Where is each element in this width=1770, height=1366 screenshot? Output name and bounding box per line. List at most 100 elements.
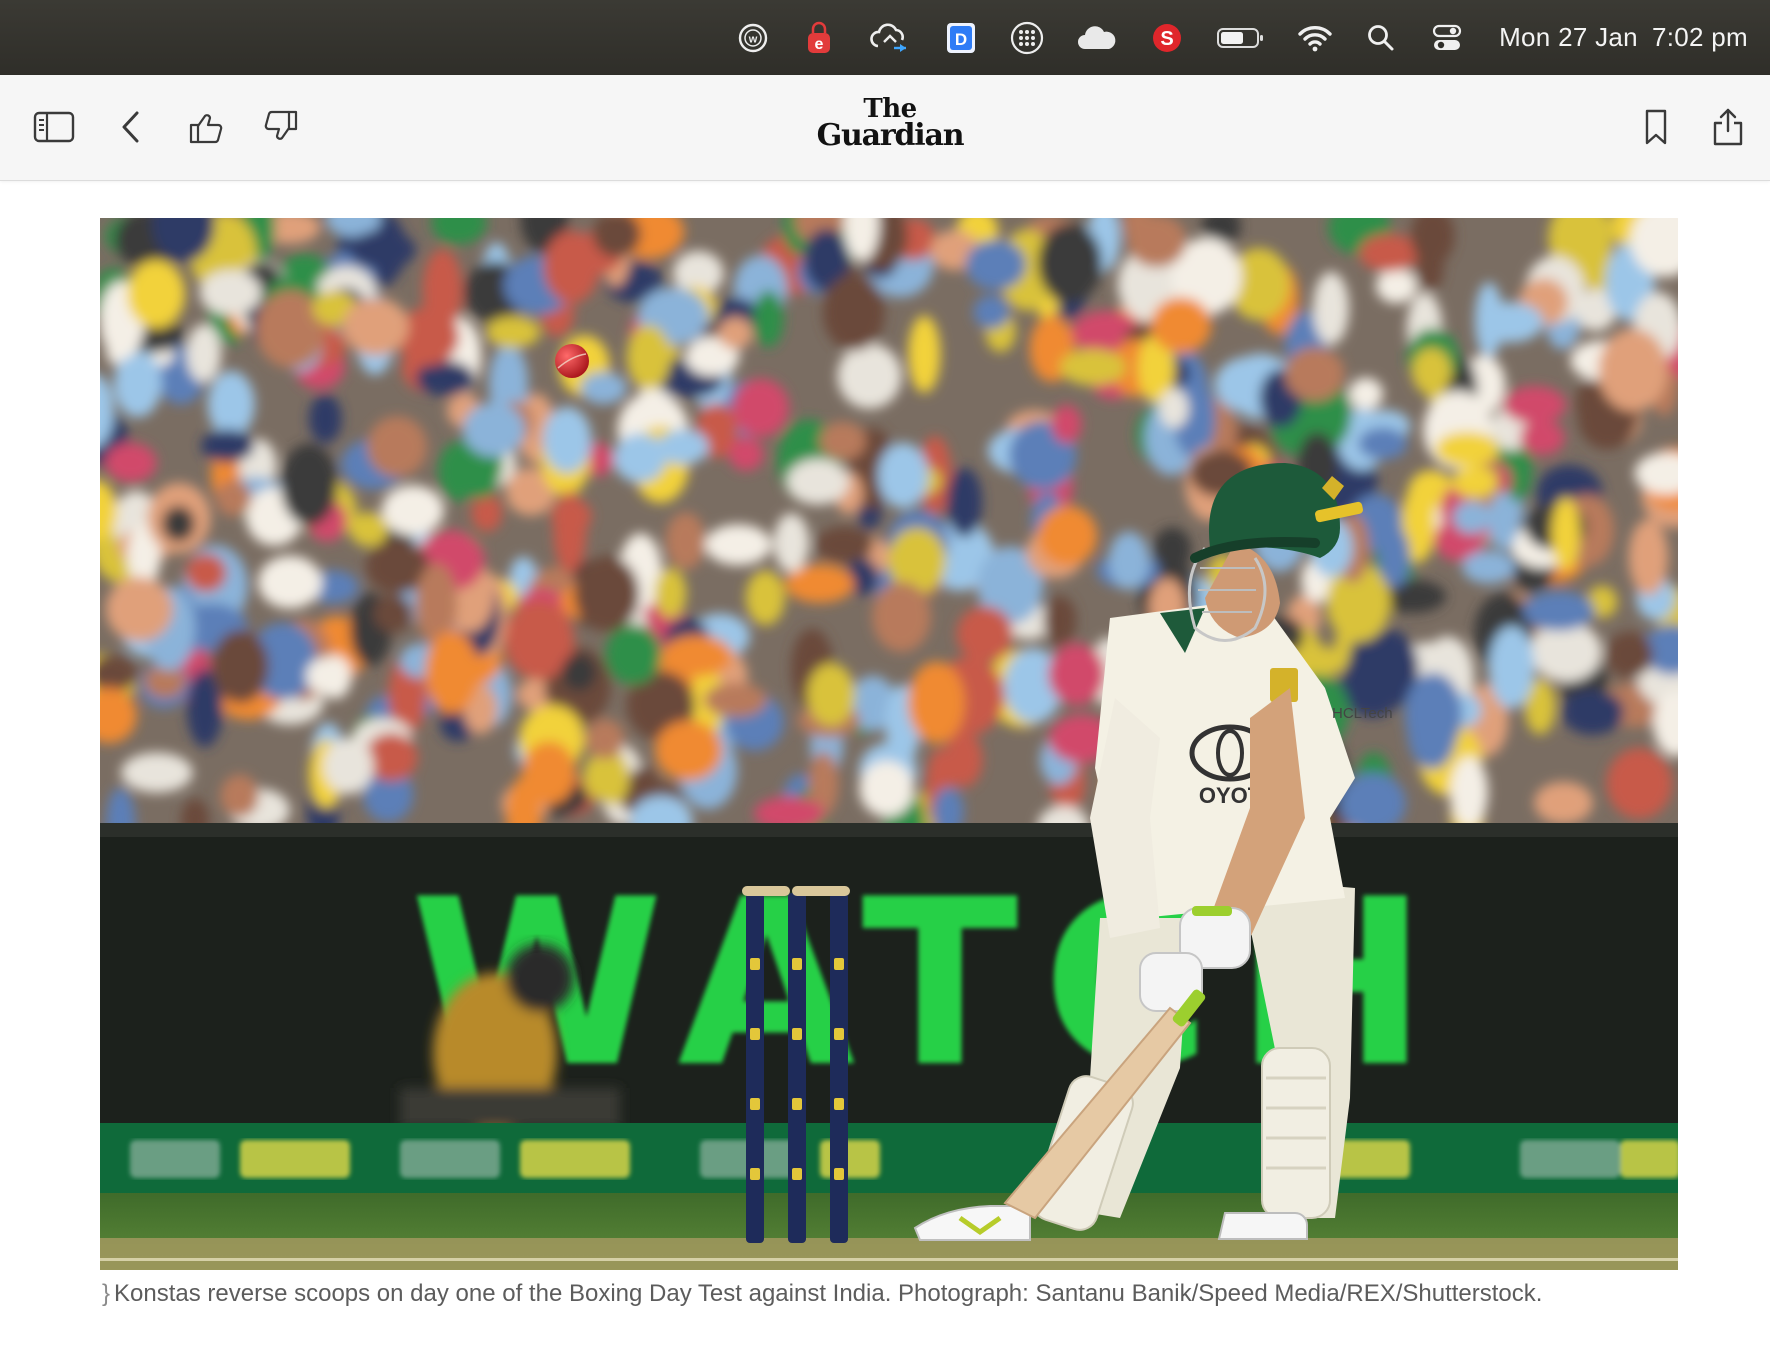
crowd-blob [745,570,786,626]
browser-toolbar: The Guardian [0,75,1770,181]
photo-caption: ⁠} Konstas reverse scoops on day one of t… [102,1280,1682,1308]
crowd-blob [1048,643,1106,706]
crowd-blob [207,370,255,438]
crowd-blob [753,290,784,348]
crowd-blob [705,524,772,566]
crowd-blob [1628,519,1669,596]
crowd-blob [425,630,479,714]
crowd-blob [215,480,252,517]
bookmark-button[interactable] [1632,103,1680,151]
crowd-blob [1348,634,1379,700]
crowd-blob [1488,626,1535,709]
crowd-blob [220,774,259,818]
crowd-blob [1551,497,1580,571]
share-button[interactable] [1704,103,1752,151]
crowd-blob [655,720,723,781]
share-icon [1713,108,1743,146]
battery-icon[interactable] [1215,20,1267,56]
crowd-blob [654,568,687,618]
crowd-blob [561,653,597,691]
crowd-blob [485,316,541,349]
crowd-blob [1375,268,1418,304]
crowd-blob [1059,348,1126,386]
crowd-blob [1435,431,1499,467]
crowd-blob [199,270,262,315]
icloud-icon[interactable] [1075,20,1119,56]
guardian-logo[interactable]: The Guardian [800,96,980,153]
crowd-blob [728,437,764,471]
crowd-blob [946,467,983,538]
crowd-blob [1488,492,1519,550]
crowd-blob [657,429,709,465]
crowd-blob [1452,465,1498,499]
crowd-blob [613,433,667,483]
e-lock-icon[interactable]: e [801,20,837,56]
crowd-blob [1159,388,1189,429]
search-icon[interactable] [1363,20,1399,56]
crowd-blob [1358,233,1419,272]
crowd-blob [908,315,941,393]
crowd-blob [1598,328,1668,412]
crowd-blob [367,416,428,478]
crowd-blob [462,402,525,457]
crowd-blob [807,663,856,726]
crowd-blob [1534,781,1593,824]
menubar-clock[interactable]: Mon 27 Jan 7:02 pm [1499,22,1748,53]
crowd-blob [1108,531,1150,590]
caption-text: Konstas reverse scoops on day one of the… [114,1280,1543,1307]
crowd-blob [543,230,600,304]
crowd-blob [553,491,587,573]
wifi-icon[interactable] [1297,20,1333,56]
crowd-blob [1452,500,1491,534]
bookmark-icon [1645,109,1667,145]
crowd-blob [837,343,902,409]
crowd-blob [815,526,874,564]
crowd-blob [965,239,1026,290]
crowd-blob [908,661,965,744]
d-app-icon[interactable]: D [943,20,979,56]
crowd-blob [822,274,885,351]
crowd-blob [1037,505,1098,566]
crowd-blob [585,719,625,760]
crowd-blob [121,752,193,793]
article-photo: WATCH OYOT HCLTech [100,218,1678,1270]
crowd-blob [574,556,640,632]
svg-text:HCLTech: HCLTech [1332,705,1393,722]
crowd-blob [322,738,374,795]
sidebar-toggle-button[interactable] [30,103,78,151]
crowd-blob [956,606,1013,663]
crowd-blob [819,421,866,461]
launchpad-dots-icon[interactable] [1009,20,1045,56]
s-app-icon[interactable]: S [1149,20,1185,56]
crowd-blob [162,505,195,542]
crowd-blob [186,324,222,383]
crowd-blob [1411,347,1452,395]
crowd-blob [364,732,418,782]
crowd-blob [437,442,480,502]
crowd-blob [732,378,790,437]
sidebar-icon [33,111,75,143]
svg-text:S: S [1160,28,1173,50]
crowd-blob [718,317,753,350]
crowd-blob [1043,595,1077,646]
cloud-sync-icon[interactable] [867,20,913,56]
crowd-blob [349,230,416,270]
crowd-blob [878,442,929,509]
crowd-blob [211,629,269,703]
crowd-blob [280,443,338,526]
thumbs-down-button[interactable] [257,103,305,151]
crowd-blob [1348,377,1384,411]
logo-line-2: Guardian [816,117,965,153]
caption-marker: ⁠} [102,1280,111,1307]
thumbs-up-button[interactable] [182,103,230,151]
crowd-blob [1284,347,1345,402]
control-center-icon[interactable] [1429,20,1465,56]
back-button[interactable] [107,103,155,151]
crowd-blob [1415,243,1444,292]
crowd-blob [1476,302,1544,343]
crowd-blob [580,371,627,405]
w-circle-icon[interactable]: w [735,20,771,56]
thumbs-down-icon [264,110,298,140]
crowd-blob [1037,223,1103,303]
menubar-time: 7:02 pm [1651,22,1748,52]
